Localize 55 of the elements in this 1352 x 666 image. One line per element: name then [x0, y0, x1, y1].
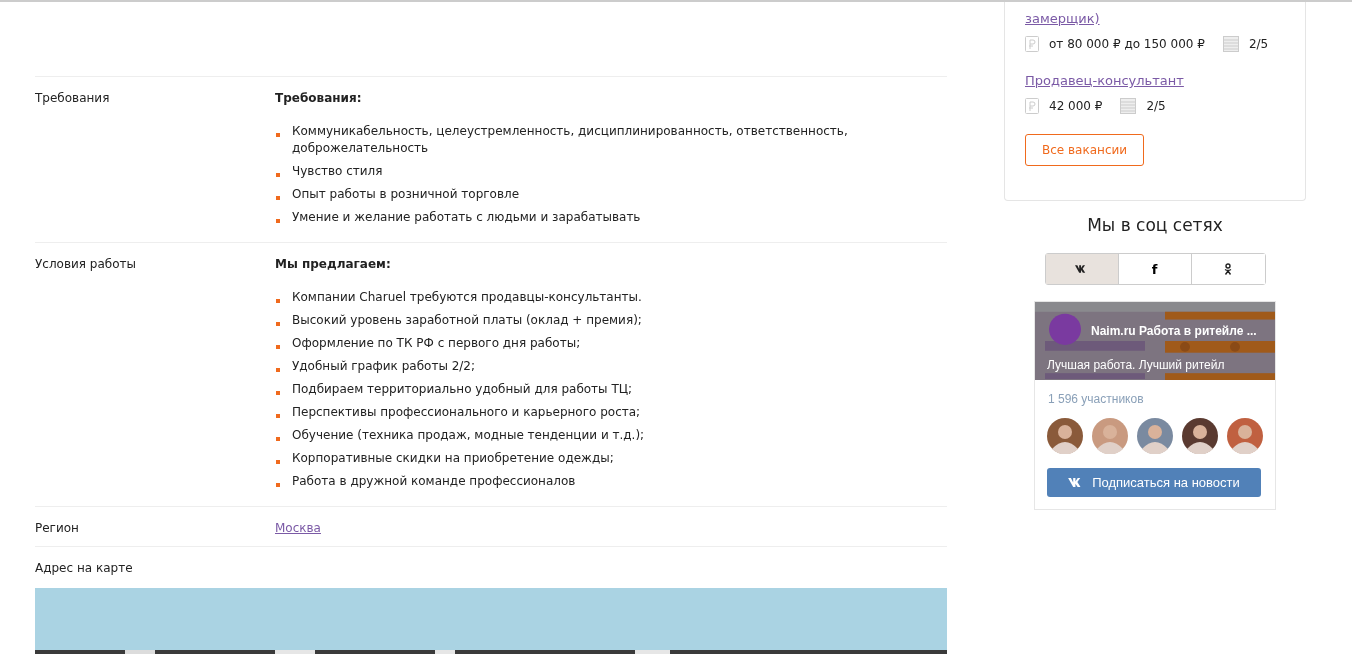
vk-icon	[1075, 265, 1088, 273]
list-item: Перспективы профессионального и карьерного роста;	[292, 404, 641, 421]
bullet-icon	[276, 391, 280, 395]
count-text: 2/5	[1248, 37, 1269, 51]
list-item: Умение и желание работать с людьми и зарабатывать	[292, 209, 641, 226]
row-label: Адрес на карте	[35, 561, 133, 575]
row-label: Регион	[35, 521, 79, 535]
list-item: Оформление по ТК РФ с первого дня работы;	[292, 335, 581, 352]
list-item: Чувство стиля	[292, 163, 383, 180]
salary-text: от 80 000 ₽ до 150 000 ₽	[1049, 37, 1205, 51]
list-item: Корпоративные скидки на приобретение одежды;	[292, 450, 614, 467]
row-label: Условия работы	[35, 257, 136, 271]
bullet-icon	[276, 173, 280, 177]
list-item: Коммуникабельность, целеустремленность, дисциплинированность, ответственность, доброжелательность	[292, 123, 849, 157]
ruble-icon	[1025, 98, 1039, 114]
bullet-icon	[276, 196, 280, 200]
ruble-icon	[1025, 36, 1039, 52]
members-count[interactable]: 1 596 участников	[1048, 392, 1275, 406]
list-item: Высокий уровень заработной платы (оклад + премия);	[292, 312, 642, 329]
bullet-icon	[276, 345, 280, 349]
bullet-icon	[276, 322, 280, 326]
list-item: Подбираем территориально удобный для работы ТЦ;	[292, 381, 633, 398]
section-heading: Требования:	[275, 90, 363, 106]
subscribe-button[interactable]: Подписаться на новости	[1047, 468, 1261, 497]
list-item: Работа в дружной команде профессионалов	[292, 473, 576, 490]
list-item: Обучение (техника продаж, модные тенденции и т.д.);	[292, 427, 645, 444]
avatar[interactable]	[1182, 418, 1218, 454]
vacancy-link[interactable]: Продавец-консультант	[1025, 72, 1184, 90]
section-heading: Мы предлагаем:	[275, 256, 392, 272]
salary-text: 42 000 ₽	[1049, 99, 1103, 113]
community-name[interactable]: Naim.ru Работа в ритейле ...	[1091, 324, 1257, 338]
avatar[interactable]	[1047, 418, 1083, 454]
bullet-icon	[276, 483, 280, 487]
list-icon	[1120, 98, 1137, 114]
list-icon	[1222, 36, 1239, 52]
bullet-icon	[276, 460, 280, 464]
social-tab[interactable]	[1045, 254, 1119, 284]
section-title: Мы в соц сетях	[1087, 215, 1223, 235]
region-link[interactable]: Москва	[275, 521, 321, 535]
bullet-icon	[276, 414, 280, 418]
list-item: Компании Charuel требуются продавцы-консультанты.	[292, 289, 642, 306]
row-label: Требования	[35, 91, 110, 105]
count-text: 2/5	[1146, 99, 1166, 113]
all-vacancies-button[interactable]: Все вакансии	[1025, 134, 1145, 166]
person-icon	[1224, 263, 1232, 275]
list-item: Удобный график работы 2/2;	[292, 358, 476, 375]
vacancy-link[interactable]: замерщик)	[1025, 10, 1100, 28]
bullet-icon	[276, 299, 280, 303]
list-item: Опыт работы в розничной торговле	[292, 186, 520, 203]
avatar[interactable]	[1227, 418, 1263, 454]
bullet-icon	[276, 219, 280, 223]
bullet-icon	[276, 437, 280, 441]
bullet-icon	[276, 368, 280, 372]
bullet-icon	[276, 133, 280, 137]
community-slogan: Лучшая работа. Лучший ритейл	[1047, 358, 1225, 372]
